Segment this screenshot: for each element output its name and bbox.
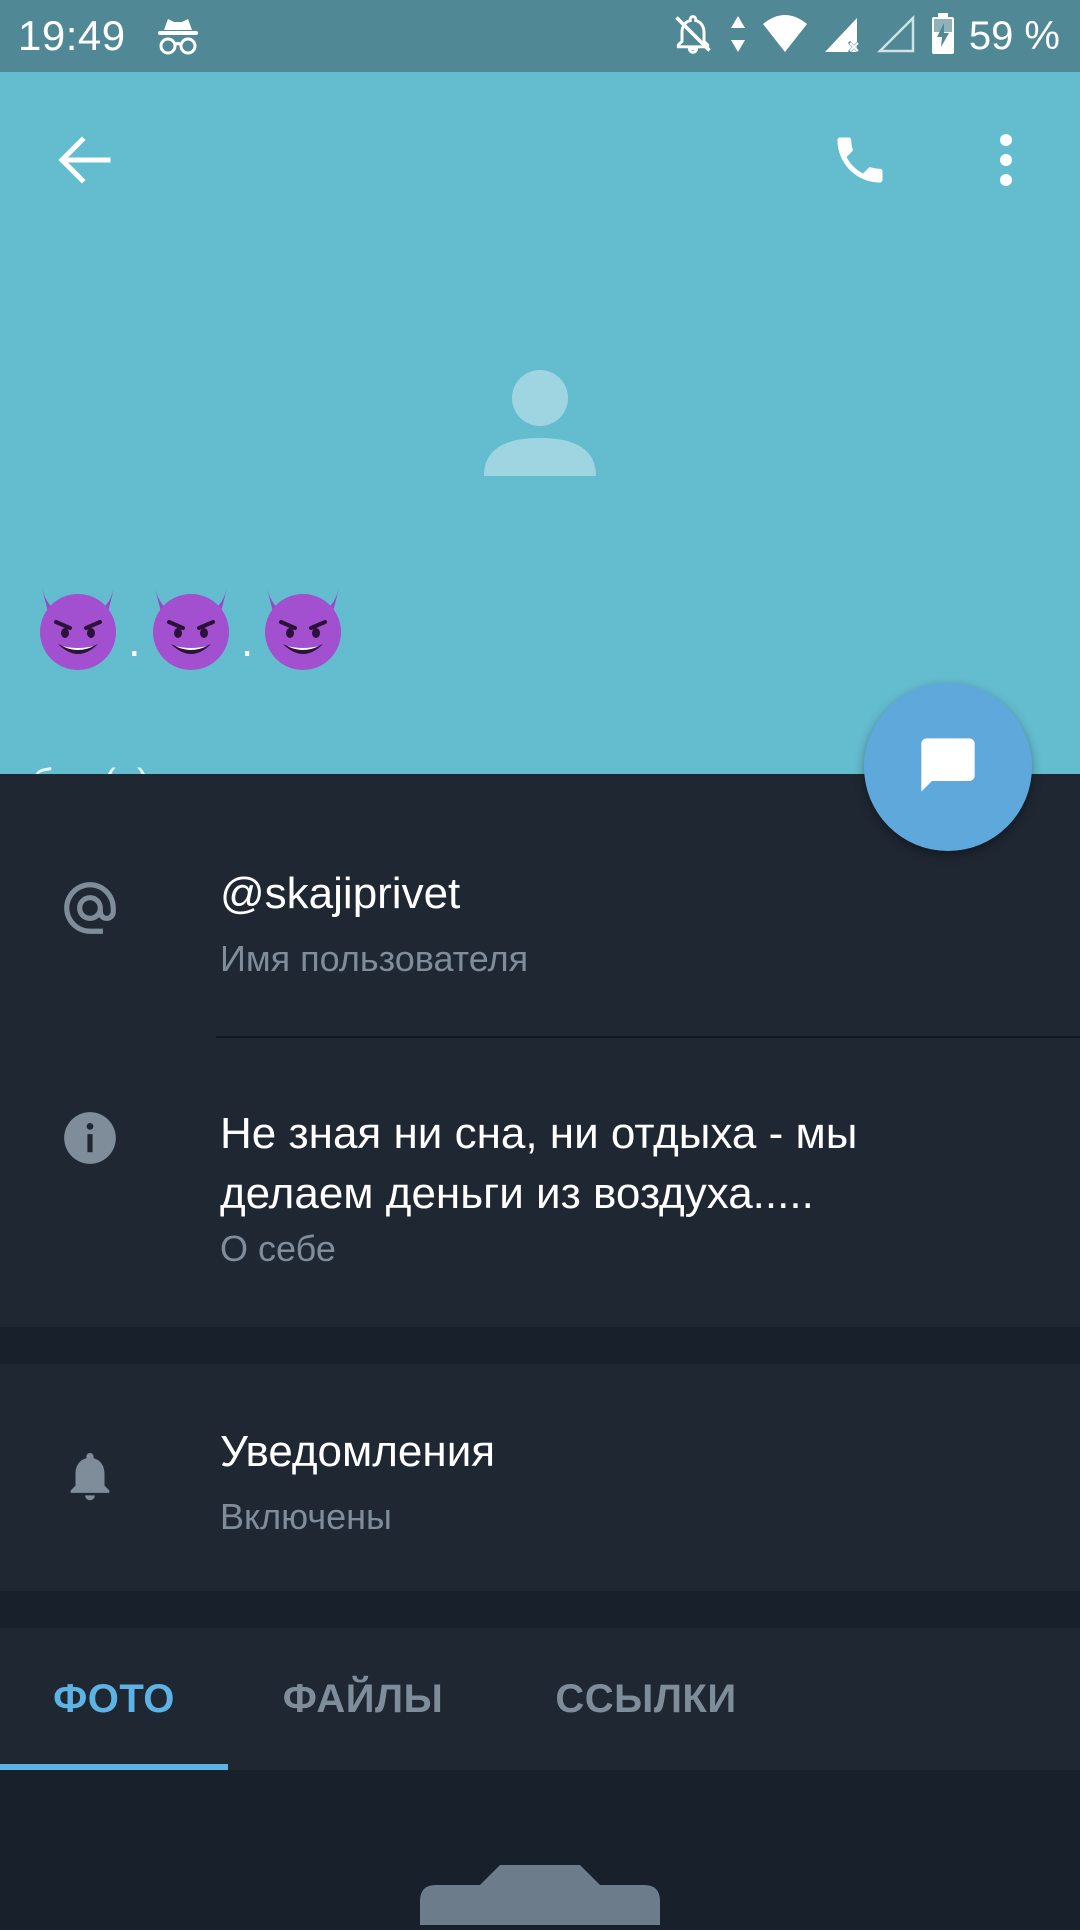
at-sign-icon [56,874,124,942]
bio-text[interactable]: Не зная ни сна, ни отдыха - мы делаем де… [220,1104,1020,1224]
bio-label: О себе [220,1228,336,1269]
more-options-button[interactable] [966,122,1046,202]
profile-header: . . [0,72,1080,804]
media-tabs: ФОТО ФАЙЛЫ ССЫЛКИ [0,1628,1080,1770]
incognito-icon [156,16,200,61]
arrow-left-icon [56,135,112,190]
battery-percent: 59 % [968,13,1060,58]
notifications-status: Включены [220,1496,392,1537]
wifi-icon [761,14,809,59]
tab-links[interactable]: ССЫЛКИ [524,1628,768,1770]
send-message-button[interactable] [864,683,1032,851]
smiling-face-with-horns-icon [32,580,124,693]
smiling-face-with-horns-icon [257,580,349,693]
call-button[interactable] [820,122,900,202]
bell-icon [56,1442,124,1510]
section-gap [0,1327,1080,1364]
camera-icon [420,1865,660,1925]
profile-name: . . [32,580,349,693]
status-time: 19:49 [18,12,126,59]
cell-signal-empty-icon [876,14,917,59]
back-button[interactable] [44,122,124,202]
tab-files[interactable]: ФАЙЛЫ [248,1628,478,1770]
username-value[interactable]: @skajiprivet [220,869,460,919]
more-vertical-icon [998,133,1014,191]
notifications-row[interactable]: Уведомления Включены [0,1364,1080,1591]
info-icon [56,1104,124,1172]
battery-charging-icon [931,12,955,60]
chat-bubble-icon [916,733,980,802]
name-separator: . [128,620,141,666]
status-bar: 19:49 59 % [0,0,1080,72]
data-arrows-icon [729,14,747,59]
info-section: @skajiprivet Имя пользователя Не зная ни… [0,774,1080,1327]
notifications-off-icon [671,12,715,61]
divider [216,1036,1080,1038]
name-separator: . [240,620,254,666]
smiling-face-with-horns-icon [145,580,237,693]
cell-signal-icon [823,14,863,59]
phone-icon [830,130,890,195]
tab-photos[interactable]: ФОТО [0,1628,228,1770]
notifications-title: Уведомления [220,1427,496,1476]
avatar-placeholder[interactable] [480,362,600,482]
username-label: Имя пользователя [220,938,529,979]
section-gap [0,1591,1080,1628]
